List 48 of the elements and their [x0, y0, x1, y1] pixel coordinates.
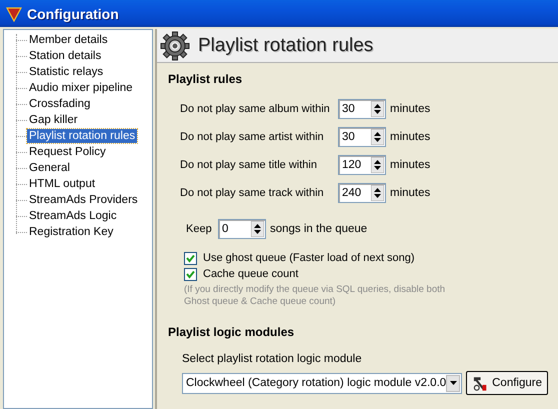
window-title: Configuration: [27, 6, 119, 22]
checkbox[interactable]: [184, 252, 197, 264]
unit-label: songs in the queue: [270, 223, 368, 235]
spin-arrows-icon[interactable]: [371, 101, 384, 117]
checkbox[interactable]: [184, 268, 197, 280]
number-field[interactable]: 30: [338, 127, 386, 147]
gear-icon: [160, 30, 190, 60]
select-label: Select playlist rotation logic module: [182, 353, 363, 365]
tree-item[interactable]: Station details: [27, 49, 104, 63]
rule-label: Do not play same artist within: [180, 131, 325, 143]
spin-arrows-icon[interactable]: [371, 185, 384, 201]
rule-label: Do not play same track within: [180, 187, 325, 199]
tree-item[interactable]: Crossfading: [27, 97, 92, 111]
section-heading: Playlist logic modules: [168, 325, 296, 339]
checkbox-label: Use ghost queue (Faster load of next song): [203, 252, 415, 264]
tree-item[interactable]: General: [27, 161, 72, 175]
tree-item[interactable]: StreamAds Logic: [27, 209, 119, 223]
hint-text: (If you directly modify the queue via SQL queries, disable both Ghost queue & Cache queue count): [184, 284, 446, 308]
keep-label: Keep: [186, 223, 213, 235]
tree-item[interactable]: Gap killer: [27, 113, 80, 127]
module-dropdown[interactable]: Clockwheel (Category rotation) logic module v2.0.0: [182, 372, 462, 394]
number-field[interactable]: 120: [338, 155, 386, 175]
tree-item[interactable]: Playlist rotation rules: [27, 129, 138, 143]
tree-item[interactable]: Audio mixer pipeline: [27, 81, 135, 95]
tree-item[interactable]: HTML output: [27, 177, 98, 191]
number-field[interactable]: 30: [338, 99, 386, 119]
number-field[interactable]: 240: [338, 183, 386, 203]
logo-icon: [6, 6, 22, 22]
tree-item[interactable]: Request Policy: [27, 145, 108, 159]
checkbox-label: Cache queue count: [203, 268, 298, 280]
unit-label: minutes: [390, 103, 430, 115]
tree-item[interactable]: StreamAds Providers: [27, 193, 140, 207]
rule-label: Do not play same title within: [180, 159, 318, 171]
tree-item[interactable]: Member details: [27, 33, 110, 47]
configure-button[interactable]: Configure: [466, 371, 548, 395]
unit-label: minutes: [390, 159, 430, 171]
spin-arrows-icon[interactable]: [371, 129, 384, 145]
spin-arrows-icon[interactable]: [371, 157, 384, 173]
caret-icon: [450, 381, 457, 385]
spin-arrows-icon[interactable]: [251, 221, 264, 237]
page-title: Playlist rotation rules: [198, 34, 374, 56]
number-field[interactable]: 0: [218, 219, 266, 239]
rule-label: Do not play same album within: [180, 103, 331, 115]
unit-label: minutes: [390, 131, 430, 143]
tree-item[interactable]: Registration Key: [27, 225, 116, 239]
tree-item[interactable]: Statistic relays: [27, 65, 106, 79]
unit-label: minutes: [390, 187, 430, 199]
section-heading: Playlist rules: [168, 72, 244, 86]
